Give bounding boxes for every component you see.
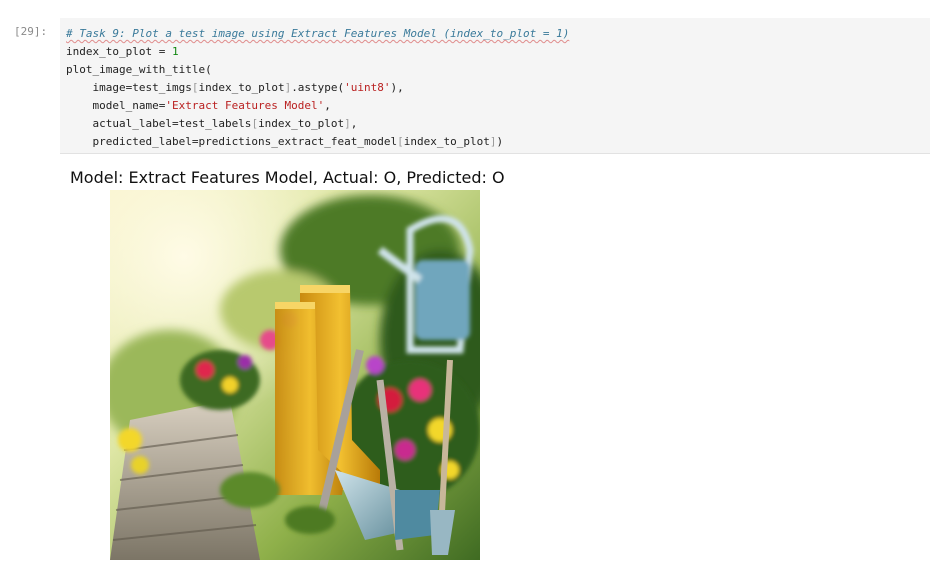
garden-boots-and-tools-photo — [110, 190, 480, 560]
code-token: index_to_plot — [258, 117, 345, 130]
code-line: # Task 9: Plot a test image using Extrac… — [66, 25, 930, 43]
code-token: index_to_plot — [66, 45, 153, 58]
code-number: 1 — [171, 45, 179, 58]
code-token: , — [350, 117, 358, 130]
code-line: plot_image_with_title( — [66, 61, 930, 79]
code-bracket: [ — [397, 135, 404, 148]
code-string: 'uint8' — [344, 81, 391, 94]
code-token: .astype( — [291, 81, 345, 94]
code-string: 'Extract Features Model' — [165, 99, 325, 112]
code-token: predicted_label=predictions_extract_feat… — [66, 135, 398, 148]
code-line: predicted_label=predictions_extract_feat… — [66, 133, 930, 151]
output-plot-title: Model: Extract Features Model, Actual: O… — [70, 168, 505, 187]
code-token: model_name= — [66, 99, 166, 112]
code-comment: # Task 9: Plot a test image using Extrac… — [66, 27, 570, 40]
code-cell-editor[interactable]: # Task 9: Plot a test image using Extrac… — [60, 18, 930, 154]
notebook-page: [29]: # Task 9: Plot a test image using … — [0, 0, 930, 569]
code-token: ) — [496, 135, 504, 148]
code-line: model_name='Extract Features Model', — [66, 97, 930, 115]
code-line: actual_label=test_labels[index_to_plot], — [66, 115, 930, 133]
cell-execution-count: [29]: — [14, 25, 48, 38]
code-token: ), — [390, 81, 404, 94]
code-bracket: ] — [344, 117, 351, 130]
code-token: , — [324, 99, 331, 112]
code-token: actual_label=test_labels — [66, 117, 252, 130]
code-token: index_to_plot — [403, 135, 490, 148]
code-line: image=test_imgs[index_to_plot].astype('u… — [66, 79, 930, 97]
code-token: image=test_imgs — [66, 81, 192, 94]
code-line: index_to_plot = 1 — [66, 43, 930, 61]
code-token: plot_image_with_title( — [66, 63, 212, 76]
code-token: = — [152, 45, 172, 58]
code-token: index_to_plot — [198, 81, 285, 94]
